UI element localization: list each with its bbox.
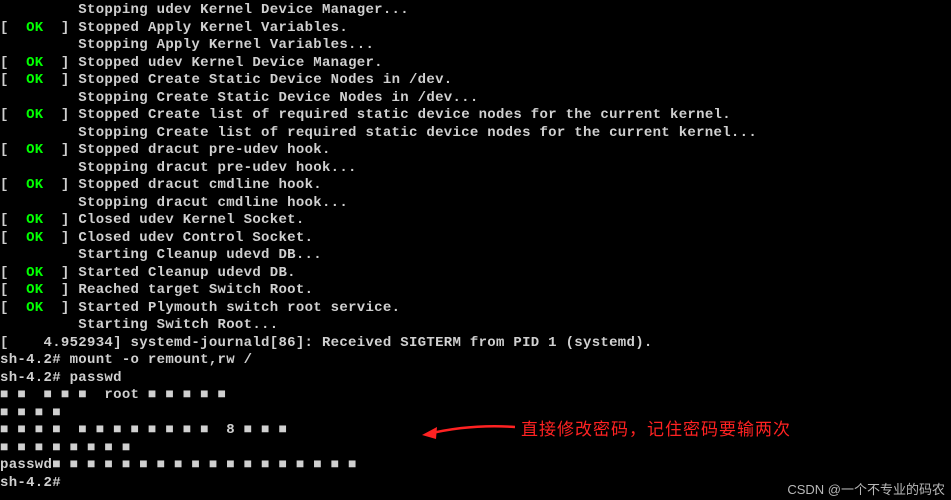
bracket-close: ] [44,282,79,298]
line-message: Stopped dracut cmdline hook. [78,177,322,193]
terminal-line: passwd■ ■ ■ ■ ■ ■ ■ ■ ■ ■ ■ ■ ■ ■ ■ ■ ■ … [0,457,951,475]
bracket-open: [ [0,230,26,246]
status-ok: OK [26,20,43,36]
line-message: ■ ■ ■ ■ ■ ■ ■ ■ ■ ■ ■ ■ 8 ■ ■ ■ [0,422,287,438]
bracket-open: [ [0,72,26,88]
status-ok: OK [26,177,43,193]
line-message: Starting Cleanup udevd DB... [0,247,322,263]
status-ok: OK [26,107,43,123]
bracket-open: [ [0,142,26,158]
terminal-line: [ OK ] Stopped Create Static Device Node… [0,72,951,90]
terminal-line: Stopping Apply Kernel Variables... [0,37,951,55]
status-ok: OK [26,72,43,88]
line-message: Reached target Switch Root. [78,282,313,298]
status-ok: OK [26,230,43,246]
terminal-line: Stopping dracut pre-udev hook... [0,160,951,178]
terminal-line: [ OK ] Stopped dracut cmdline hook. [0,177,951,195]
arrow-left-icon [420,419,515,441]
terminal-line: Starting Cleanup udevd DB... [0,247,951,265]
line-message: Started Cleanup udevd DB. [78,265,296,281]
terminal-line: [ OK ] Started Cleanup udevd DB. [0,265,951,283]
annotation-arrow-note: 直接修改密码，记住密码要输两次 [420,419,791,441]
status-ok: OK [26,282,43,298]
terminal-line: Stopping Create Static Device Nodes in /… [0,90,951,108]
bracket-close: ] [44,55,79,71]
line-message: ■ ■ ■ ■ ■ root ■ ■ ■ ■ ■ [0,387,226,403]
bracket-close: ] [44,20,79,36]
terminal-line: [ OK ] Stopped dracut pre-udev hook. [0,142,951,160]
line-message: Stopped Create Static Device Nodes in /d… [78,72,452,88]
terminal-line: Stopping udev Kernel Device Manager... [0,2,951,20]
line-message: Closed udev Control Socket. [78,230,313,246]
terminal-line: sh-4.2# mount -o remount,rw / [0,352,951,370]
line-message: Started Plymouth switch root service. [78,300,400,316]
line-message: Stopped Create list of required static d… [78,107,731,123]
terminal-line: ■ ■ ■ ■ ■ root ■ ■ ■ ■ ■ [0,387,951,405]
line-message: passwd■ ■ ■ ■ ■ ■ ■ ■ ■ ■ ■ ■ ■ ■ ■ ■ ■ … [0,457,357,473]
terminal-line: [ OK ] Closed udev Kernel Socket. [0,212,951,230]
status-ok: OK [26,142,43,158]
bracket-close: ] [44,107,79,123]
terminal-line: [ OK ] Stopped udev Kernel Device Manage… [0,55,951,73]
watermark: CSDN @一个不专业的码农 [787,482,945,498]
terminal-line: [ OK ] Stopped Apply Kernel Variables. [0,20,951,38]
bracket-open: [ [0,107,26,123]
bracket-close: ] [44,72,79,88]
terminal-line: [ 4.952934] systemd-journald[86]: Receiv… [0,335,951,353]
bracket-close: ] [44,142,79,158]
line-message: Starting Switch Root... [0,317,278,333]
terminal-line: [ OK ] Started Plymouth switch root serv… [0,300,951,318]
bracket-open: [ [0,20,26,36]
line-message: Stopping Create list of required static … [0,125,757,141]
terminal-line: Starting Switch Root... [0,317,951,335]
line-message: Stopped udev Kernel Device Manager. [78,55,383,71]
terminal-line: sh-4.2# passwd [0,370,951,388]
status-ok: OK [26,300,43,316]
line-message: Stopped dracut pre-udev hook. [78,142,330,158]
line-message: [ 4.952934] systemd-journald[86]: Receiv… [0,335,653,351]
terminal-line: [ OK ] Stopped Create list of required s… [0,107,951,125]
terminal-line: Stopping dracut cmdline hook... [0,195,951,213]
terminal-line: [ OK ] Reached target Switch Root. [0,282,951,300]
status-ok: OK [26,265,43,281]
annotation-text: 直接修改密码，记住密码要输两次 [521,419,791,440]
line-message: ■ ■ ■ ■ ■ ■ ■ ■ [0,440,131,456]
terminal-line: [ OK ] Closed udev Control Socket. [0,230,951,248]
bracket-open: [ [0,282,26,298]
line-message: Stopping Create Static Device Nodes in /… [0,90,479,106]
line-message: sh-4.2# mount -o remount,rw / [0,352,252,368]
terminal-line: ■ ■ ■ ■ ■ ■ ■ ■ [0,440,951,458]
bracket-close: ] [44,300,79,316]
line-message: Stopping dracut cmdline hook... [0,195,348,211]
bracket-open: [ [0,55,26,71]
bracket-open: [ [0,212,26,228]
line-message: sh-4.2# [0,475,61,491]
bracket-open: [ [0,265,26,281]
line-message: sh-4.2# passwd [0,370,122,386]
bracket-close: ] [44,212,79,228]
bracket-close: ] [44,177,79,193]
terminal-line: Stopping Create list of required static … [0,125,951,143]
line-message: Closed udev Kernel Socket. [78,212,304,228]
bracket-open: [ [0,300,26,316]
line-message: Stopped Apply Kernel Variables. [78,20,348,36]
status-ok: OK [26,212,43,228]
line-message: Stopping udev Kernel Device Manager... [0,2,409,18]
line-message: Stopping Apply Kernel Variables... [0,37,374,53]
line-message: Stopping dracut pre-udev hook... [0,160,357,176]
bracket-close: ] [44,265,79,281]
bracket-close: ] [44,230,79,246]
status-ok: OK [26,55,43,71]
bracket-open: [ [0,177,26,193]
line-message: ■ ■ ■ ■ [0,405,61,421]
